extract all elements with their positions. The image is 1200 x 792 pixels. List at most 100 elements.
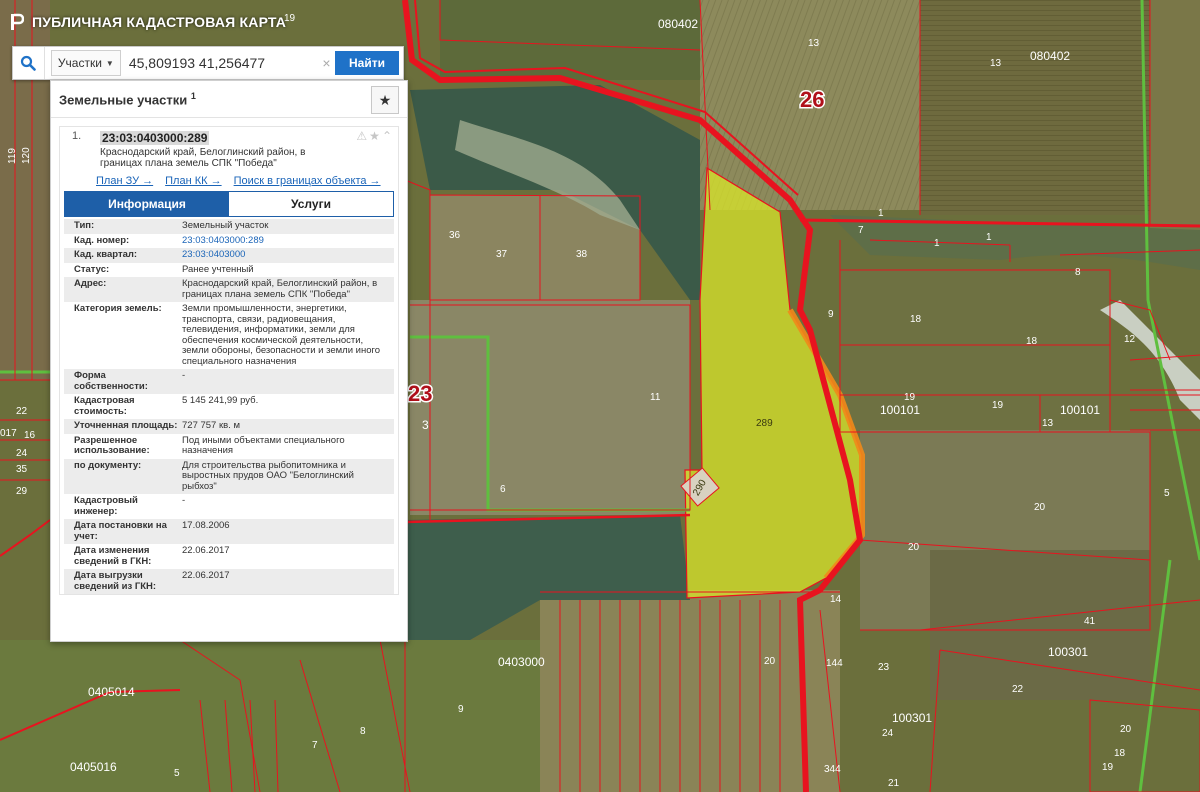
map-label: 23 (408, 381, 432, 406)
search-within-link[interactable]: Поиск в границах объекта → (234, 175, 381, 187)
info-key: по документу: (74, 459, 142, 471)
map-label: 344 (824, 764, 841, 775)
info-row: Дата выгрузки сведений из ГКН: 22.06.201… (64, 569, 394, 594)
info-value: Ранее учтенный (182, 263, 254, 275)
star-icon: ★ (378, 91, 392, 108)
map-label: 100101 (880, 403, 920, 417)
info-row: Форма собственности: - (64, 369, 394, 394)
map-label: 41 (1084, 616, 1096, 627)
result-action-icons[interactable]: ⚠★⌃ (356, 129, 394, 143)
info-key: Кадастровый инженер: (74, 495, 138, 517)
map-label: 29 (16, 486, 28, 497)
find-button[interactable]: Найти (335, 51, 399, 75)
results-panel: Земельные участки 1 ★ 1. 23:03:0403000:2… (50, 80, 408, 642)
chevron-down-icon: ▼ (105, 58, 114, 68)
info-row: Уточненная площадь: 727 757 кв. м (64, 419, 394, 434)
map-label: 36 (449, 230, 461, 241)
info-value: 22.06.2017 (182, 545, 230, 556)
info-table: Тип: Земельный участок Кад. номер: 23:03… (64, 219, 394, 594)
map-label: 35 (16, 464, 28, 475)
map-label: 7 (858, 225, 864, 236)
map-label: 38 (576, 249, 588, 260)
info-row: Кадастровая стоимость: 5 145 241,99 руб. (64, 394, 394, 419)
map-label: 26 (800, 87, 824, 112)
result-item[interactable]: 1. 23:03:0403000:289 Краснодарский край,… (59, 126, 399, 595)
result-count: 1 (190, 91, 196, 101)
info-key: Дата выгрузки сведений из ГКН: (74, 570, 157, 592)
map-label: 20 (1034, 502, 1046, 513)
info-value: Земельный участок (182, 220, 269, 231)
info-value: 5 145 241,99 руб. (182, 395, 259, 406)
field (920, 0, 1150, 215)
map-label: 100301 (892, 711, 932, 725)
result-cadastral-number[interactable]: 23:03:0403000:289 (100, 131, 210, 145)
info-key: Кад. квартал: (74, 249, 138, 260)
map-label: 120 (21, 147, 32, 164)
info-row: Кад. номер: 23:03:0403000:289 (64, 234, 394, 249)
info-value: 22.06.2017 (182, 570, 230, 581)
info-row: по документу: Для строительства рыбопито… (64, 458, 394, 494)
map-label: 19 (904, 392, 916, 403)
map-label: 100301 (1048, 645, 1088, 659)
info-value: Земли промышленности, энергетики, трансп… (182, 303, 381, 367)
info-key: Дата изменения сведений в ГКН: (74, 545, 152, 567)
map-label: 6 (500, 484, 506, 495)
map-label: 22 (16, 406, 28, 417)
plan-zu-link[interactable]: План ЗУ → (96, 175, 153, 187)
cadastral-number-link[interactable]: 23:03:0403000:289 (182, 235, 394, 247)
map-label: 0405014 (88, 685, 135, 699)
clear-icon[interactable]: × (318, 55, 335, 71)
map-label: 100101 (1060, 403, 1100, 417)
map-label: 017 (0, 428, 17, 439)
info-key: Адрес: (74, 278, 107, 289)
tab-services[interactable]: Услуги (229, 192, 393, 216)
map-label: 5 (1164, 488, 1170, 499)
map-label: 3 (422, 418, 429, 432)
cadastral-quarter-link[interactable]: 23:03:0403000 (182, 249, 394, 261)
info-key: Кад. номер: (74, 234, 130, 246)
plan-kk-link[interactable]: План КК → (165, 175, 221, 187)
map-label: 13 (808, 38, 820, 49)
tab-information[interactable]: Информация (65, 192, 229, 216)
map-label: 20 (764, 656, 776, 667)
info-key: Статус: (74, 263, 110, 275)
info-row: Разрешенное использование: Под иными объ… (64, 434, 394, 459)
map-label: 0405016 (70, 760, 117, 774)
panel-title: Земельные участки 1 (59, 91, 196, 107)
result-header: 1. 23:03:0403000:289 Краснодарский край,… (60, 127, 398, 169)
search-bar: Участки ▼ × Найти (12, 46, 404, 80)
map-label: 0403000 (498, 655, 545, 669)
info-row: Тип: Земельный участок (64, 219, 394, 234)
info-tabs: Информация Услуги (64, 191, 394, 217)
map-label: 18 (1114, 748, 1126, 759)
map-label: 1 (986, 232, 992, 243)
map-label: 14 (830, 594, 842, 605)
info-row: Дата постановки на учет: 17.08.2006 (64, 519, 394, 544)
info-row: Кад. квартал: 23:03:0403000 (64, 248, 394, 263)
info-value: Краснодарский край, Белоглинский район, … (182, 278, 378, 300)
search-icon-button[interactable] (13, 47, 45, 79)
info-row: Кадастровый инженер: - (64, 494, 394, 519)
map-label: 080402 (1030, 49, 1070, 63)
map-label: 080402 (658, 17, 698, 31)
map-label: 22 (1012, 684, 1024, 695)
map-label: 8 (360, 726, 366, 737)
info-value: Под иными объектами специального назначе… (182, 434, 345, 456)
map-label: 11 (650, 392, 661, 403)
map-label: 19 (1102, 762, 1114, 773)
app-header: ПУБЛИЧНАЯ КАДАСТРОВАЯ КАРТА (10, 10, 286, 34)
map-label: 5 (174, 768, 180, 779)
info-value: - (182, 370, 186, 381)
map-label: 18 (910, 314, 922, 325)
map-label: 20 (908, 542, 920, 553)
search-input[interactable] (120, 49, 318, 77)
map-label: 9 (828, 309, 834, 320)
favorites-button[interactable]: ★ (371, 86, 399, 114)
info-row: Категория земель: Земли промышленности, … (64, 302, 394, 369)
info-key: Кадастровая стоимость: (74, 395, 135, 417)
map-label: 8 (1075, 267, 1081, 278)
object-type-select[interactable]: Участки ▼ (50, 50, 121, 76)
map-label: 12 (1124, 334, 1136, 345)
info-key: Уточненная площадь: (74, 420, 178, 431)
map-label: 13 (1042, 418, 1054, 429)
